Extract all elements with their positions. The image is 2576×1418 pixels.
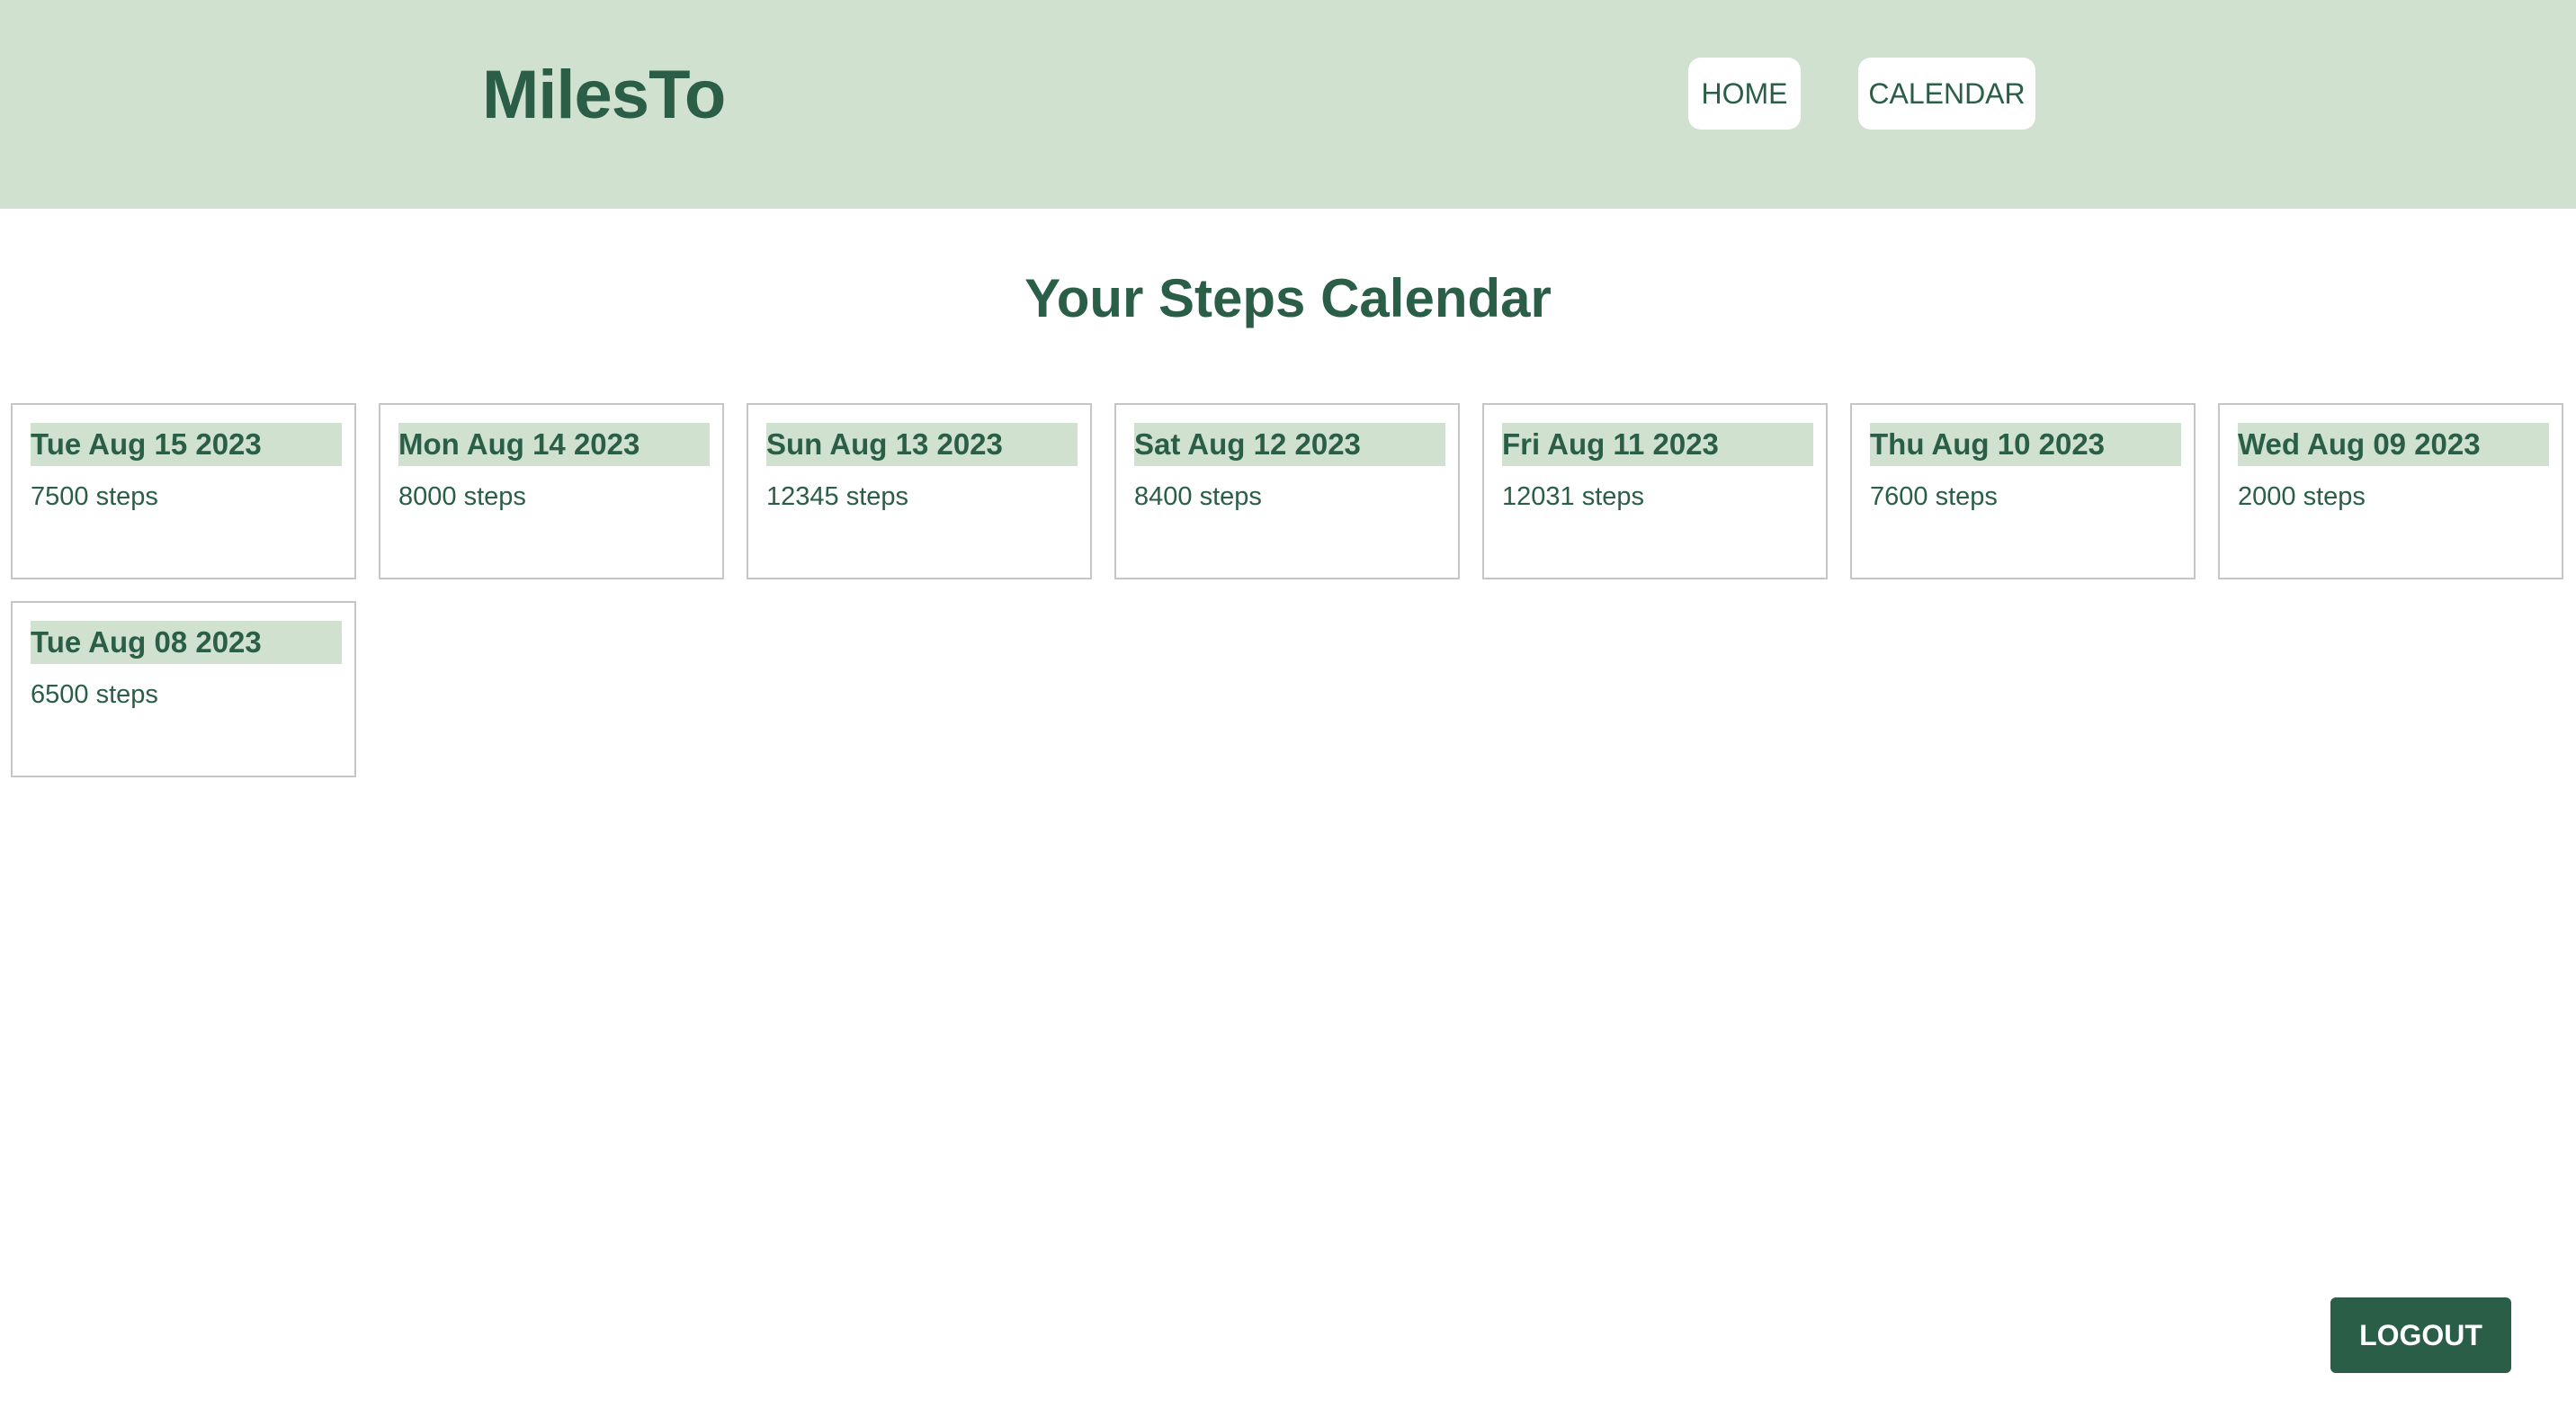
day-card: Tue Aug 15 2023 7500 steps <box>11 403 356 579</box>
day-card-steps: 7600 steps <box>1870 482 1998 511</box>
logout-button[interactable]: LOGOUT <box>2330 1297 2511 1373</box>
day-card-steps: 12345 steps <box>766 482 909 511</box>
day-card-date: Sun Aug 13 2023 <box>766 423 1078 466</box>
day-card-steps: 8000 steps <box>398 482 526 511</box>
day-card-date: Fri Aug 11 2023 <box>1502 423 1813 466</box>
day-card-date: Tue Aug 15 2023 <box>31 423 342 466</box>
day-card-steps: 12031 steps <box>1502 482 1645 511</box>
brand-logo[interactable]: MilesTo <box>482 52 726 139</box>
day-card: Sat Aug 12 2023 8400 steps <box>1114 403 1460 579</box>
nav-home-button[interactable]: HOME <box>1688 58 1801 130</box>
day-card-steps: 2000 steps <box>2238 482 2366 511</box>
day-card: Thu Aug 10 2023 7600 steps <box>1850 403 2196 579</box>
page-title: Your Steps Calendar <box>1024 268 1552 328</box>
top-header: MilesTo HOME CALENDAR <box>0 0 2576 209</box>
day-card: Wed Aug 09 2023 2000 steps <box>2218 403 2563 579</box>
day-card-steps: 6500 steps <box>31 680 158 709</box>
day-card-date: Tue Aug 08 2023 <box>31 621 342 664</box>
day-card-date: Wed Aug 09 2023 <box>2238 423 2549 466</box>
day-card: Sun Aug 13 2023 12345 steps <box>747 403 1092 579</box>
day-card: Tue Aug 08 2023 6500 steps <box>11 601 356 777</box>
day-card: Mon Aug 14 2023 8000 steps <box>379 403 724 579</box>
nav-calendar-button[interactable]: CALENDAR <box>1858 58 2035 130</box>
day-card-date: Sat Aug 12 2023 <box>1134 423 1445 466</box>
day-card-steps: 7500 steps <box>31 482 158 511</box>
day-card: Fri Aug 11 2023 12031 steps <box>1482 403 1828 579</box>
day-card-steps: 8400 steps <box>1134 482 1262 511</box>
day-card-date: Mon Aug 14 2023 <box>398 423 710 466</box>
day-card-date: Thu Aug 10 2023 <box>1870 423 2181 466</box>
